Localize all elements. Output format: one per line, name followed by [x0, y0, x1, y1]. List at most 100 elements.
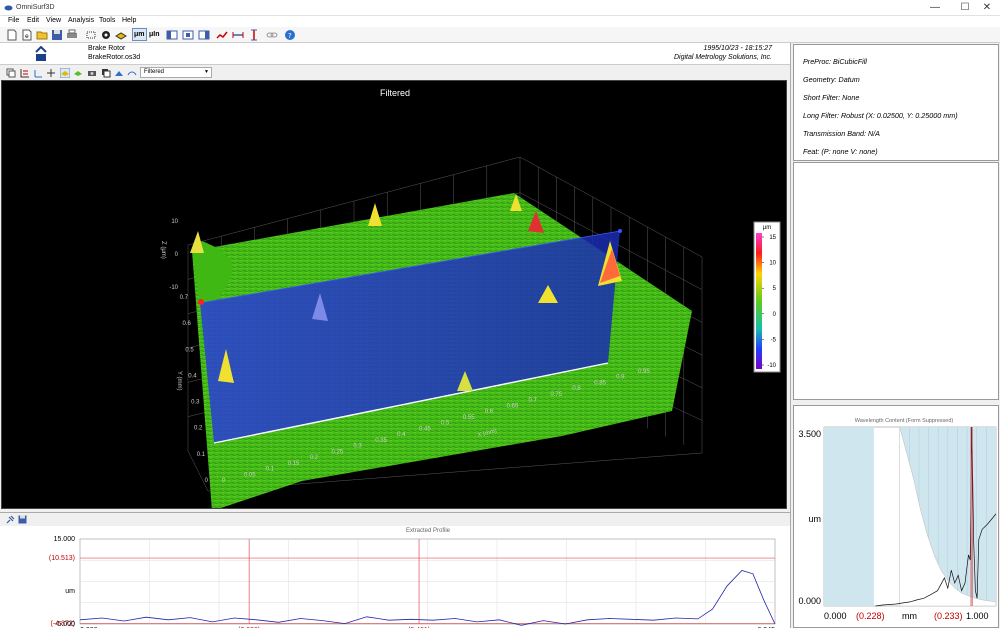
- light-icon[interactable]: [114, 68, 124, 78]
- vertical-measure-icon[interactable]: [248, 29, 260, 41]
- camera-icon[interactable]: [87, 68, 97, 78]
- x-tick-label: 0.95: [638, 369, 650, 375]
- summary-preproc: PreProc: BiCubicFill: [803, 57, 867, 66]
- x-tick-label: 0.05: [244, 472, 256, 478]
- layers-icon[interactable]: [101, 68, 111, 78]
- profile-y-tick: (10.513): [49, 555, 75, 562]
- summary-short-filter: Short Filter: None: [803, 93, 860, 102]
- wavelength-x-tick: 1.000: [966, 611, 989, 621]
- summary-transmission: Transmission Band: N/A: [803, 129, 880, 138]
- menu-bar: File Edit View Analysis Tools Help: [0, 16, 1000, 27]
- y-tick-label: 0.3: [191, 400, 200, 406]
- close-button[interactable]: ✕: [972, 0, 1000, 16]
- menu-help[interactable]: Help: [122, 17, 136, 24]
- results-panel: [793, 162, 999, 400]
- x-tick-label: 0.75: [550, 392, 562, 398]
- grid-icon[interactable]: [20, 68, 30, 78]
- y-tick-label: 0: [205, 478, 209, 484]
- file-name: Brake Rotor: [88, 45, 126, 52]
- surface-icon[interactable]: [115, 29, 127, 41]
- units-um-button[interactable]: μm: [132, 28, 147, 41]
- distance-icon[interactable]: [232, 29, 244, 41]
- filter-select[interactable]: Filtered ▼: [140, 67, 212, 78]
- wavelength-title: Wavelength Content (Form Suppressed): [855, 418, 954, 424]
- x-tick-label: 0.3: [353, 444, 362, 450]
- x-tick-label: 0.35: [375, 438, 387, 444]
- window-title: OmniSurf3D: [16, 4, 55, 11]
- minimize-button[interactable]: —: [920, 0, 950, 16]
- view-toolbar: Filtered ▼: [0, 66, 790, 80]
- app-icon: [4, 5, 13, 11]
- svg-text:e: e: [25, 33, 29, 40]
- color-bar-unit: μm: [763, 225, 771, 231]
- x-tick-label: 0.15: [288, 461, 300, 467]
- settings-gear-icon[interactable]: [100, 29, 112, 41]
- wavelength-x-tick: (0.233): [934, 611, 963, 621]
- x-tick-label: 0.65: [507, 403, 519, 409]
- color-bar-tick: -5: [771, 337, 777, 343]
- surface-3d-view[interactable]: Filtered X (mm) Y (mm) Z (μm) 0 0.05 0.1 0.…: [1, 80, 787, 509]
- pin-icon[interactable]: [6, 515, 15, 524]
- extracted-profile-panel: Extracted Profile 15.000 (10.513) um (-4.87…: [0, 512, 790, 628]
- profile-title: Extracted Profile: [406, 528, 451, 534]
- plot-title: Filtered: [380, 88, 410, 98]
- menu-edit[interactable]: Edit: [27, 17, 39, 24]
- units-uin-button[interactable]: μIn: [147, 28, 162, 41]
- y-tick-label: 0.7: [180, 295, 189, 301]
- menu-file[interactable]: File: [8, 17, 19, 24]
- menu-view[interactable]: View: [46, 17, 61, 24]
- profile-chart[interactable]: Extracted Profile 15.000(10.513)um(-4.87…: [0, 526, 790, 628]
- axes-icon[interactable]: [33, 68, 43, 78]
- contour-icon[interactable]: [127, 68, 137, 78]
- z-tick-label: 10: [171, 219, 178, 225]
- summary-feat: Feat: (P: none V: none): [803, 147, 878, 156]
- crop-icon[interactable]: [85, 29, 97, 41]
- window-center-icon[interactable]: [182, 29, 194, 41]
- y-tick-label: 0.5: [185, 347, 194, 353]
- wavelength-band: [824, 427, 874, 606]
- move-icon[interactable]: [46, 68, 56, 78]
- menu-analysis[interactable]: Analysis: [68, 17, 94, 24]
- open-folder-icon[interactable]: [36, 29, 48, 41]
- level-icon[interactable]: [73, 68, 83, 78]
- wavelength-y-bottom: 0.000: [798, 596, 821, 606]
- profile-y-tick: -5.000: [55, 621, 75, 628]
- file-datetime: 1995/10/23 - 18:15:27: [703, 45, 772, 52]
- window-left-icon[interactable]: [166, 29, 178, 41]
- window-right-icon[interactable]: [198, 29, 210, 41]
- menu-tools[interactable]: Tools: [99, 17, 115, 24]
- link-icon[interactable]: [266, 29, 278, 41]
- x-tick-label: 0.1: [266, 467, 275, 473]
- color-bar: μm 151050-5-10: [753, 221, 781, 373]
- file-info-strip: Brake Rotor BrakeRotor.os3d 1995/10/23 -…: [0, 43, 790, 65]
- profile-y-tick: um: [65, 588, 75, 595]
- save-profile-icon[interactable]: [18, 515, 27, 524]
- title-bar: OmniSurf3D — ☐ ✕: [0, 0, 1000, 16]
- open-file-icon[interactable]: e: [21, 29, 33, 41]
- y-tick-label: 0.1: [197, 452, 206, 458]
- wavelength-y-top: 3.500: [798, 429, 821, 439]
- x-tick-label: 0.6: [485, 409, 494, 415]
- x-tick-label: 0.55: [463, 415, 475, 421]
- surface-mesh: [190, 193, 692, 508]
- profile-extract-icon[interactable]: [216, 29, 228, 41]
- dms-logo-icon: [35, 46, 47, 61]
- company-name: Digital Metrology Solutions, Inc.: [673, 54, 772, 61]
- wavelength-chart[interactable]: Wavelength Content (Form Suppressed) 3.5…: [794, 406, 1000, 628]
- profile-toolbar: [0, 513, 790, 526]
- x-tick-label: 0.85: [594, 380, 606, 386]
- help-icon[interactable]: ?: [284, 29, 296, 41]
- save-icon[interactable]: [51, 29, 63, 41]
- x-tick-label: 0.25: [331, 449, 343, 455]
- summary-geometry: Geometry: Datum: [803, 75, 860, 84]
- wavelength-x-tick: (0.228): [856, 611, 885, 621]
- z-axis-label: Z (μm): [160, 241, 166, 259]
- x-tick-label: 0.9: [616, 375, 625, 381]
- color-bar-tick: -10: [767, 363, 776, 369]
- wavelength-panel: Wavelength Content (Form Suppressed) 3.5…: [793, 405, 999, 628]
- new-icon[interactable]: [6, 29, 18, 41]
- print-icon[interactable]: [66, 29, 78, 41]
- surface-view-icon[interactable]: [60, 68, 70, 78]
- copy-icon[interactable]: [6, 68, 16, 78]
- z-tick-labels: 10 0 -10: [169, 219, 178, 291]
